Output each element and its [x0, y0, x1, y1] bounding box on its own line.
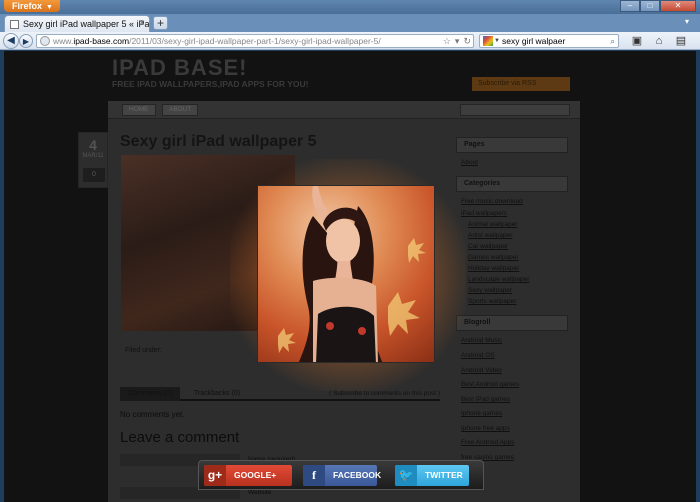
menu-about[interactable]: ABOUT: [162, 104, 199, 116]
rss-subscribe-button[interactable]: Subscribe via RSS: [472, 77, 570, 91]
no-comments-text: No comments yet.: [120, 410, 185, 419]
google-plus-icon: g+: [204, 465, 226, 486]
blogroll-link[interactable]: Iphone games: [461, 410, 502, 417]
close-window-button[interactable]: ✕: [660, 0, 696, 12]
new-tab-button[interactable]: +: [153, 16, 168, 30]
reload-icon[interactable]: ↻: [463, 35, 471, 47]
category-link[interactable]: Sexy wallpaper: [468, 287, 512, 294]
lightbox-image[interactable]: [257, 185, 435, 363]
bookmark-star-icon[interactable]: ☆: [443, 35, 451, 47]
dropdown-arrow-icon[interactable]: ▾: [455, 35, 460, 47]
back-arrow-icon: ◀: [7, 35, 15, 46]
menu-icon[interactable]: ▤: [674, 34, 688, 48]
category-link[interactable]: Sports wallpaper: [468, 298, 516, 305]
engine-dropdown-icon: ▼: [494, 38, 500, 44]
menu-home[interactable]: HOME: [122, 104, 156, 116]
blogroll-link[interactable]: Android Music: [461, 337, 502, 344]
navigation-toolbar: ◀ ▶ www.ipad-base.com/2011/03/sexy-girl-…: [0, 32, 700, 50]
category-link[interactable]: Car wallpaper: [468, 243, 508, 250]
tab-current[interactable]: Sexy girl iPad wallpaper 5 « iPad base! …: [4, 15, 150, 32]
url-domain: ipad-base.com: [73, 36, 130, 46]
blogroll-link[interactable]: Android Video: [461, 367, 502, 374]
blogroll-link[interactable]: Free Android Apps: [461, 439, 514, 446]
maximize-button[interactable]: □: [640, 0, 660, 12]
google-engine-icon[interactable]: [483, 36, 493, 46]
leave-comment-heading: Leave a comment: [120, 429, 240, 446]
site-search-input[interactable]: [460, 104, 570, 116]
close-tab-icon[interactable]: ×: [139, 16, 145, 32]
website-label: Website: [248, 489, 272, 496]
tab-title: Sexy girl iPad wallpaper 5 « iPad base!: [23, 19, 150, 29]
post-title[interactable]: Sexy girl iPad wallpaper 5: [120, 133, 317, 151]
tab-list-icon[interactable]: ▾: [680, 17, 694, 29]
category-link[interactable]: Animal wallpaper: [468, 221, 518, 228]
search-query: sexy girl walpaer: [502, 36, 566, 46]
forward-arrow-icon: ▶: [22, 37, 30, 46]
window-titlebar: Firefox ▼ – □ ✕: [0, 0, 700, 14]
google-plus-share-button[interactable]: g+ GOOGLE+: [204, 465, 292, 486]
url-path: /2011/03/sexy-girl-ipad-wallpaper-part-1…: [129, 36, 381, 46]
twitter-bird-icon: 🐦: [395, 465, 417, 486]
back-button[interactable]: ◀: [3, 33, 19, 49]
pages-heading: Pages: [456, 137, 568, 153]
site-menu: HOME ABOUT: [108, 101, 580, 119]
blogroll-link[interactable]: Best Android games: [461, 381, 519, 388]
tab-comments[interactable]: Comments (0): [120, 387, 181, 401]
blogroll-link[interactable]: Android OS: [461, 352, 495, 359]
category-link[interactable]: Free music download: [461, 198, 523, 205]
globe-icon: [40, 36, 50, 46]
category-link[interactable]: iPad wallpapers: [461, 210, 507, 217]
category-link[interactable]: Games wallpaper: [468, 254, 519, 261]
minimize-button[interactable]: –: [620, 0, 640, 12]
category-link[interactable]: Artist wallpaper: [468, 232, 512, 239]
url-bar[interactable]: www.ipad-base.com/2011/03/sexy-girl-ipad…: [36, 34, 474, 48]
share-bar: g+ GOOGLE+ f FACEBOOK 🐦 TWITTER: [198, 460, 484, 490]
tab-strip: Sexy girl iPad wallpaper 5 « iPad base! …: [0, 14, 700, 32]
favicon-icon: [10, 20, 19, 29]
window-controls: – □ ✕: [620, 0, 696, 12]
home-icon[interactable]: ⌂: [652, 34, 666, 48]
blogroll-link[interactable]: Best iPad games: [461, 396, 510, 403]
url-prefix: www.: [53, 36, 74, 46]
categories-heading: Categories: [456, 176, 568, 192]
post-date: 4 MAR/11 0: [78, 132, 108, 188]
chevron-down-icon: ▼: [46, 4, 53, 11]
comment-count-badge[interactable]: 0: [83, 168, 105, 182]
site-title[interactable]: IPAD BASE!: [112, 55, 248, 81]
search-bar[interactable]: ▼ sexy girl walpaer ⌕: [479, 34, 619, 48]
wallpaper-illustration: [278, 186, 426, 362]
facebook-share-button[interactable]: f FACEBOOK: [303, 465, 381, 486]
blogroll-link[interactable]: Iphone free apps: [461, 425, 510, 432]
category-link[interactable]: Landscape wallpaper: [468, 276, 529, 283]
forward-button[interactable]: ▶: [19, 34, 33, 48]
twitter-share-button[interactable]: 🐦 TWITTER: [395, 465, 469, 486]
web-page: IPAD BASE! FREE IPAD WALLPAPERS,IPAD APP…: [4, 51, 696, 502]
filed-under: Filed under:: [125, 347, 162, 354]
image-icon[interactable]: ▣: [630, 34, 644, 48]
category-link[interactable]: Holiday wallpaper: [468, 265, 519, 272]
firefox-menu-button[interactable]: Firefox ▼: [4, 0, 60, 12]
blogroll-heading: Blogroll: [456, 315, 568, 331]
facebook-icon: f: [303, 465, 325, 486]
site-subtitle: FREE IPAD WALLPAPERS,IPAD APPS FOR YOU!: [112, 79, 309, 89]
search-go-icon[interactable]: ⌕: [610, 35, 615, 47]
